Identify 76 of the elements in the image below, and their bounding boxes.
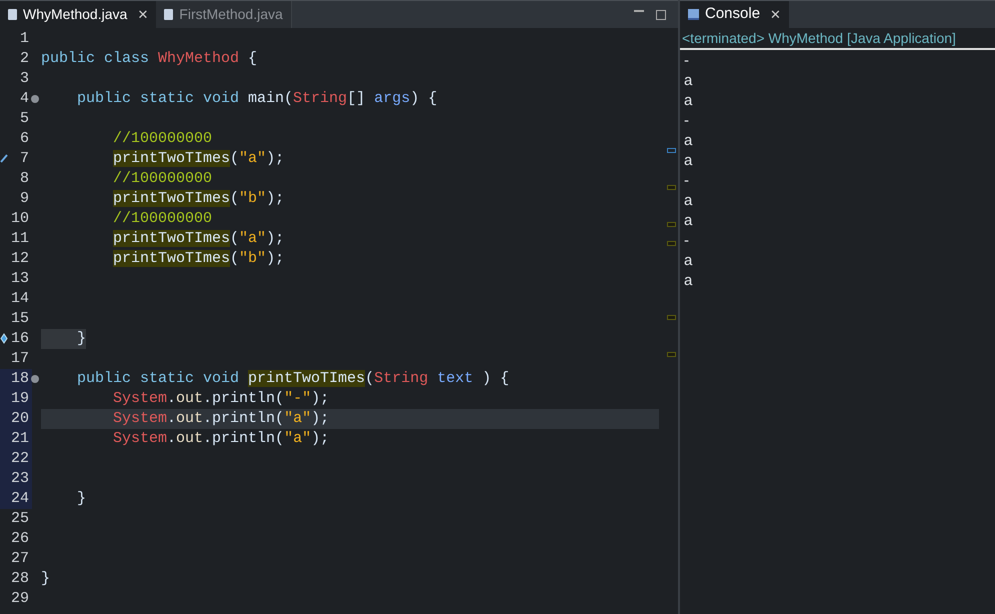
tab-label: Console <box>705 4 760 24</box>
line-number: 21 <box>10 430 29 447</box>
code-line: } <box>76 489 86 509</box>
overview-ruler-mark[interactable] <box>667 185 676 190</box>
code-line: //100000000 <box>112 129 212 149</box>
line-number: 4 <box>20 90 29 107</box>
tab-label: WhyMethod.java <box>23 5 128 24</box>
overview-ruler-mark[interactable] <box>667 352 676 357</box>
overview-ruler-mark[interactable] <box>667 222 676 227</box>
line-number: 1 <box>20 30 29 47</box>
diamond-arrow-icon <box>0 333 8 344</box>
line-number: 18 <box>10 370 29 387</box>
line-number: 13 <box>10 270 29 287</box>
overview-ruler-mark[interactable] <box>667 241 676 246</box>
line-number: 7 <box>20 150 29 167</box>
line-number: 19 <box>10 390 29 407</box>
line-number: 15 <box>10 310 29 327</box>
code-line: System.out.println("a"); <box>112 409 330 429</box>
code-line: public class WhyMethod { <box>41 49 258 69</box>
line-number: 5 <box>20 110 29 127</box>
line-number: 10 <box>10 210 29 227</box>
code-line: System.out.println("a"); <box>112 429 330 449</box>
line-number: 17 <box>10 350 29 367</box>
line-number: 6 <box>20 130 29 147</box>
line-number: 8 <box>20 170 29 187</box>
console-output-line: a <box>684 72 692 89</box>
line-number: 28 <box>10 570 29 587</box>
file-tab[interactable]: WhyMethod.java ✕ <box>0 1 156 28</box>
line-number: 25 <box>10 510 29 527</box>
line-number: 16 <box>10 330 29 347</box>
pencil-icon <box>0 154 8 163</box>
line-number: 3 <box>20 70 29 87</box>
console-output-line: - <box>684 52 689 69</box>
code-line: //100000000 <box>112 209 212 229</box>
line-number: 2 <box>20 50 29 67</box>
line-number: 14 <box>10 290 29 307</box>
console-output-line: a <box>684 152 692 169</box>
console-output-line: a <box>684 132 692 149</box>
minimize-icon[interactable] <box>634 10 644 12</box>
code-line: System.out.println("-"); <box>112 389 330 409</box>
line-number: 11 <box>10 230 29 247</box>
close-icon[interactable]: ✕ <box>770 4 782 24</box>
console-output-line: a <box>684 252 692 269</box>
line-number: 26 <box>10 530 29 547</box>
console-tab[interactable]: Console ✕ <box>680 1 790 28</box>
overview-ruler-mark[interactable] <box>667 148 676 153</box>
line-number: 23 <box>10 470 29 487</box>
code-line: //100000000 <box>112 169 212 189</box>
fold-toggle-icon[interactable] <box>31 95 39 103</box>
line-number: 27 <box>10 550 29 567</box>
java-file-icon <box>164 9 174 20</box>
fold-toggle-icon[interactable] <box>31 375 39 383</box>
line-number: 20 <box>10 410 29 427</box>
console-output-line: a <box>684 192 692 209</box>
console-icon <box>688 9 699 20</box>
maximize-icon[interactable] <box>656 10 666 20</box>
line-number: 29 <box>10 590 29 607</box>
console-output-line: - <box>684 112 689 129</box>
console-output-line: - <box>684 232 689 249</box>
line-number: 22 <box>10 450 29 467</box>
line-number: 12 <box>10 250 29 267</box>
code-line: } <box>41 569 50 589</box>
overview-ruler-mark[interactable] <box>667 315 676 320</box>
console-status: <terminated> WhyMethod [Java Application] <box>680 28 995 50</box>
code-line: public static void main(String[] args) { <box>76 89 438 109</box>
close-icon[interactable]: ✕ <box>137 4 148 24</box>
tab-label: FirstMethod.java <box>179 5 283 24</box>
code-line: public static void printTwoTImes(String text ) { <box>76 369 510 389</box>
file-tab[interactable]: FirstMethod.java <box>156 1 292 28</box>
console-output-line: a <box>684 212 692 229</box>
console-output-line: a <box>684 92 692 109</box>
console-output-line: - <box>684 172 689 189</box>
java-file-icon <box>8 9 17 20</box>
line-number: 24 <box>10 490 29 507</box>
line-number: 9 <box>20 190 29 207</box>
console-output-line: a <box>684 272 692 289</box>
